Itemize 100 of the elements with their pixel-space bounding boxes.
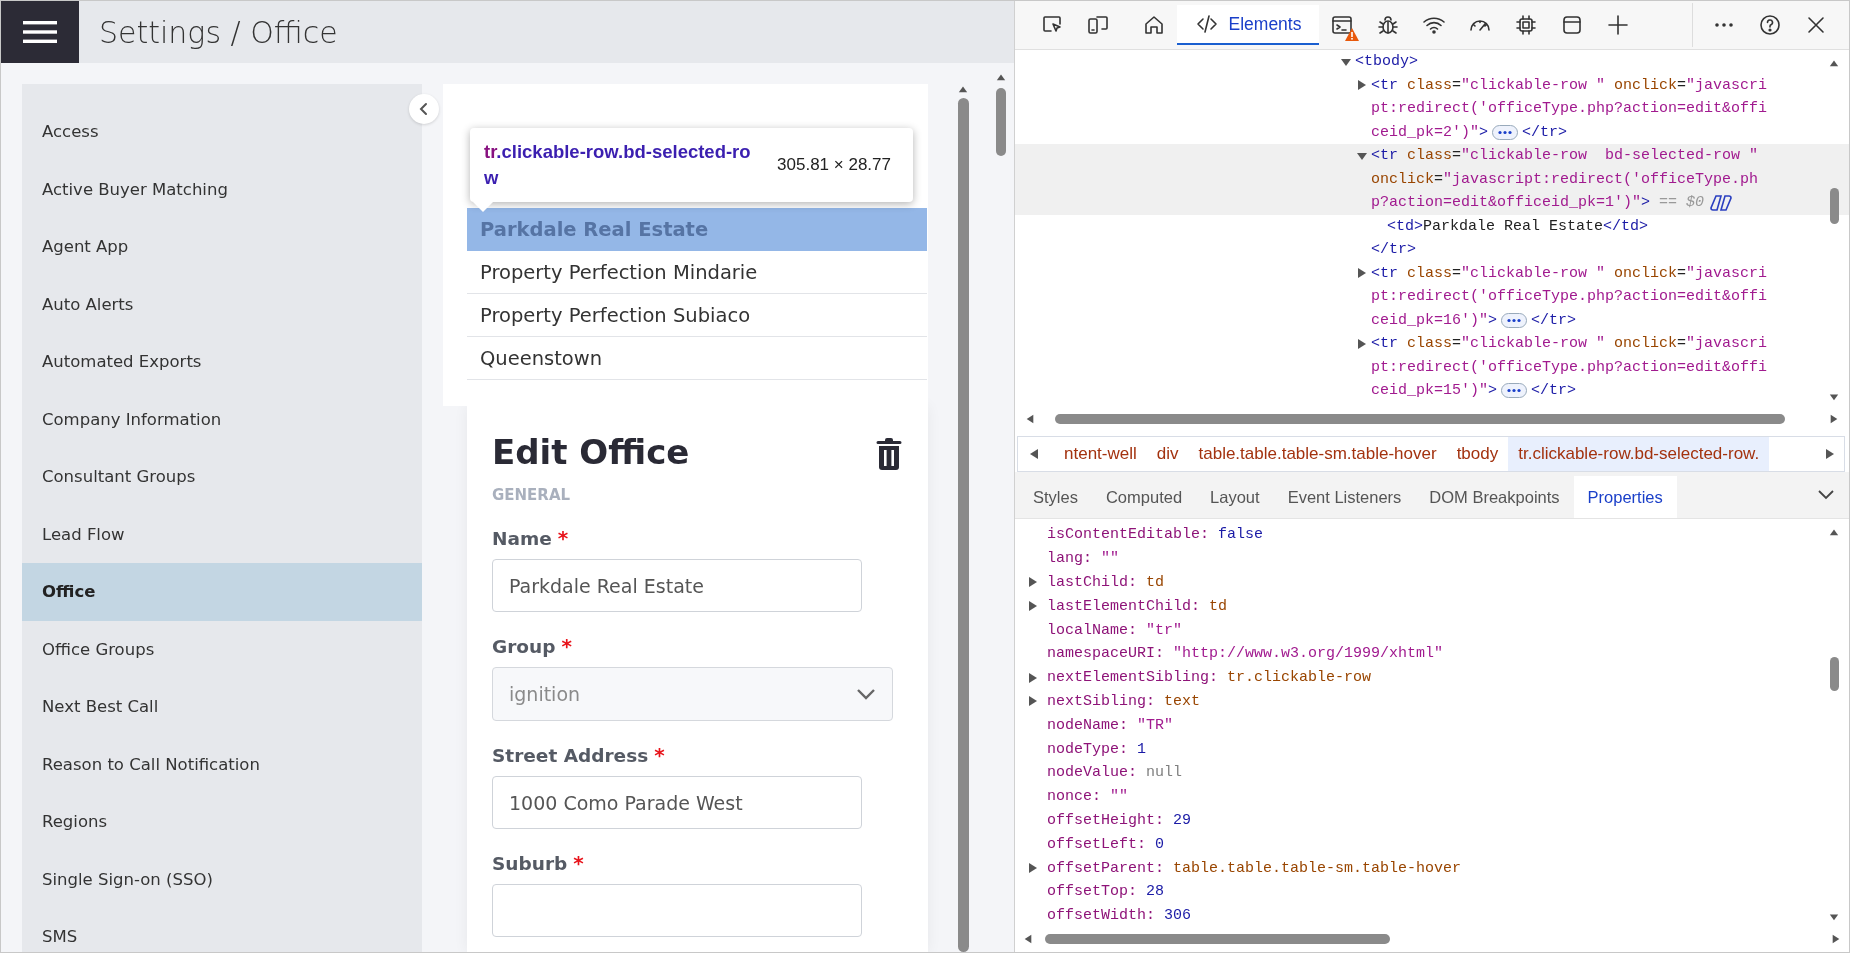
required-mark: * bbox=[557, 528, 569, 548]
expand-arrow-icon[interactable] bbox=[1356, 337, 1368, 350]
sidebar-item[interactable]: Active Buyer Matching bbox=[22, 160, 422, 218]
sidebar-item[interactable]: Automated Exports bbox=[22, 333, 422, 391]
property-line: offsetTop: 28 bbox=[1047, 883, 1165, 901]
scroll-down-icon[interactable] bbox=[1829, 912, 1839, 922]
property-line: lastChild: td bbox=[1047, 574, 1165, 591]
expand-arrow-icon[interactable] bbox=[1027, 600, 1039, 613]
plus-icon[interactable] bbox=[1606, 13, 1630, 37]
panel-tab[interactable]: Computed bbox=[1091, 476, 1197, 518]
scroll-left-icon[interactable] bbox=[1028, 448, 1040, 460]
sidebar-item[interactable]: Lead Flow bbox=[22, 505, 422, 563]
field-label: Street Address bbox=[492, 745, 649, 766]
sidebar-item[interactable]: Next Best Call bbox=[22, 678, 422, 736]
sidebar-item[interactable]: Regions bbox=[22, 793, 422, 851]
device-toggle-icon[interactable] bbox=[1086, 13, 1110, 37]
menu-button[interactable] bbox=[1, 1, 79, 63]
expand-arrow-icon[interactable] bbox=[1027, 671, 1039, 684]
home-icon[interactable] bbox=[1142, 13, 1166, 37]
field-label: Name bbox=[492, 528, 552, 549]
chip-icon[interactable] bbox=[1514, 13, 1538, 37]
panel-tab[interactable]: DOM Breakpoints bbox=[1415, 476, 1574, 518]
scrollbar-thumb[interactable] bbox=[996, 88, 1006, 156]
code-line: <tr class="clickable-row " onclick="javascri bbox=[1371, 76, 1768, 94]
scroll-up-icon[interactable] bbox=[1829, 58, 1839, 68]
breadcrumb[interactable]: div bbox=[1146, 437, 1189, 471]
sidebar-item[interactable]: Agent App bbox=[22, 218, 422, 276]
scrollbar-thumb[interactable] bbox=[957, 98, 969, 952]
sidebar-item[interactable]: Access bbox=[22, 103, 422, 161]
copilot-icon[interactable] bbox=[1710, 193, 1733, 212]
expand-arrow-icon[interactable] bbox=[1356, 79, 1368, 92]
scroll-right-icon[interactable] bbox=[1824, 448, 1836, 460]
text-field[interactable] bbox=[492, 884, 862, 937]
sidebar-item[interactable]: Auto Alerts bbox=[22, 275, 422, 333]
text-field[interactable]: Parkdale Real Estate bbox=[492, 559, 862, 612]
office-row[interactable]: Property Perfection Subiaco bbox=[467, 294, 927, 337]
console-icon[interactable] bbox=[1330, 13, 1354, 37]
property-line: nextSibling: text bbox=[1047, 692, 1201, 710]
scroll-left-icon[interactable] bbox=[1025, 414, 1035, 424]
breadcrumb[interactable]: table.table.table-sm.table-hover bbox=[1188, 437, 1447, 471]
chevron-down-icon[interactable] bbox=[1817, 489, 1835, 501]
code-icon[interactable] bbox=[1194, 12, 1219, 36]
scroll-up-icon[interactable] bbox=[1829, 527, 1839, 537]
code-line: ceid_pk=2')"> bbox=[1371, 123, 1489, 141]
scroll-right-icon[interactable] bbox=[1829, 414, 1839, 424]
expand-arrow-icon[interactable] bbox=[1027, 695, 1039, 708]
window-icon[interactable] bbox=[1560, 13, 1584, 37]
property-line: namespaceURI: "http://www.w3.org/1999/xhtml" bbox=[1047, 645, 1444, 663]
panel-tab[interactable]: Event Listeners bbox=[1273, 476, 1416, 518]
code-line: <tr class="clickable-row " onclick="javascri bbox=[1371, 264, 1768, 282]
scroll-left-icon[interactable] bbox=[1023, 934, 1033, 944]
scroll-up-icon[interactable] bbox=[958, 84, 968, 94]
code-line: </tr> bbox=[1522, 123, 1568, 141]
code-line: onclick="javascript:redirect('officeType.ph bbox=[1371, 170, 1759, 188]
bug-icon[interactable] bbox=[1376, 13, 1400, 37]
breadcrumb[interactable]: ntent-well bbox=[1054, 437, 1147, 471]
ellipsis-icon[interactable] bbox=[1501, 383, 1528, 399]
required-mark: * bbox=[573, 853, 584, 873]
expand-arrow-icon[interactable] bbox=[1027, 576, 1039, 589]
ellipsis-icon[interactable] bbox=[1501, 312, 1528, 328]
expand-arrow-icon[interactable] bbox=[1356, 267, 1368, 280]
scrollbar-thumb[interactable] bbox=[1829, 657, 1839, 691]
code-line: pt:redirect('officeType.php?action=edit&offi bbox=[1371, 358, 1768, 376]
scrollbar-thumb[interactable] bbox=[1045, 934, 1390, 944]
element-selector: tr.clickable-row.bd-selected-row bbox=[484, 140, 752, 190]
code-line: ceid_pk=15')"> bbox=[1371, 382, 1498, 400]
panel-tab[interactable]: Properties bbox=[1573, 476, 1677, 518]
ellipsis-icon[interactable] bbox=[1492, 124, 1519, 140]
sidebar-item[interactable]: SMS bbox=[22, 908, 422, 952]
collapse-button[interactable] bbox=[409, 94, 439, 124]
scrollbar-thumb[interactable] bbox=[1829, 188, 1839, 224]
help-icon[interactable] bbox=[1758, 13, 1782, 37]
property-line: localName: "tr" bbox=[1047, 621, 1183, 639]
office-row[interactable]: Property Perfection Mindarie bbox=[467, 251, 927, 294]
panel-tab[interactable]: Layout bbox=[1196, 476, 1274, 518]
elements-tab[interactable]: Elements bbox=[1177, 5, 1319, 45]
breadcrumb[interactable]: tr.clickable-row.bd-selected-row. bbox=[1508, 437, 1770, 471]
sidebar-item[interactable]: Consultant Groups bbox=[22, 448, 422, 506]
sidebar-item[interactable]: Single Sign-on (SSO) bbox=[22, 850, 422, 908]
sidebar-item[interactable]: Office Groups bbox=[22, 620, 422, 678]
text-field[interactable]: 1000 Como Parade West bbox=[492, 776, 862, 829]
breadcrumb[interactable]: tbody bbox=[1446, 437, 1509, 471]
panel-tab[interactable]: Styles bbox=[1019, 476, 1092, 518]
office-row[interactable]: Queenstown bbox=[467, 337, 927, 380]
sidebar-item[interactable]: Office bbox=[22, 563, 422, 621]
property-line: lang: "" bbox=[1047, 550, 1120, 568]
code-line: pt:redirect('officeType.php?action=edit&offi bbox=[1371, 100, 1768, 118]
scroll-right-icon[interactable] bbox=[1831, 934, 1841, 944]
property-line: lastElementChild: td bbox=[1047, 597, 1228, 615]
code-line: pt:redirect('officeType.php?action=edit&offi bbox=[1371, 288, 1768, 306]
required-mark: * bbox=[654, 745, 665, 765]
trash-icon[interactable] bbox=[876, 437, 902, 471]
scrollbar-thumb[interactable] bbox=[1055, 414, 1785, 424]
expand-arrow-icon[interactable] bbox=[1027, 862, 1039, 875]
sidebar-item[interactable]: Company Information bbox=[22, 390, 422, 448]
scroll-up-icon[interactable] bbox=[996, 72, 1006, 82]
sidebar-item[interactable]: Reason to Call Notification bbox=[22, 735, 422, 793]
hamburger-icon bbox=[23, 20, 57, 44]
property-line: offsetLeft: 0 bbox=[1047, 835, 1165, 853]
scroll-down-icon[interactable] bbox=[1829, 392, 1839, 402]
